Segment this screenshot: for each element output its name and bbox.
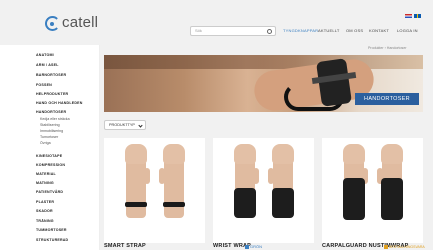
product-title[interactable]: SMART STRAP [104, 243, 146, 249]
nav-logga-in[interactable]: LOGGA IN [397, 28, 418, 33]
tag-color-swatch [245, 244, 249, 249]
product-image-wrap-left [234, 188, 256, 218]
logo-text: catell [62, 14, 99, 31]
product-image-brace-right [381, 178, 403, 220]
product-card-carpalguard[interactable] [322, 138, 423, 243]
product-image-fingers-left [234, 144, 256, 164]
product-image-strap-right [163, 202, 185, 207]
breadcrumb[interactable]: Produkter › Handortoser [368, 46, 407, 50]
product-image-fingers-left [343, 144, 365, 164]
flag-icon-1[interactable] [405, 14, 412, 18]
product-image-thumb-right [159, 168, 165, 184]
search-input[interactable]: Sök [190, 26, 276, 36]
nav-om-oss[interactable]: OM OSS [346, 28, 363, 33]
sidebar-subitem[interactable]: Övriga [40, 141, 51, 145]
filter-label: PRODUKTTYP [109, 123, 135, 127]
product-image-brace-left [343, 178, 365, 220]
search-icon[interactable] [267, 28, 272, 34]
product-image-thumb-left [144, 168, 150, 184]
logo-dot-icon [50, 22, 54, 26]
nav-kontakt[interactable]: KONTAKT [369, 28, 389, 33]
product-image-thumb-left [253, 168, 259, 184]
catell-logo[interactable]: catell [45, 14, 105, 34]
sidebar-item-patientvard[interactable]: PATIENTVÅRD [36, 190, 63, 194]
language-flags [405, 14, 421, 18]
sidebar-item-hand-handleden[interactable]: HAND OCH HANDLEDEN [36, 101, 83, 105]
sidebar-subitem[interactable]: Tumortoser [40, 135, 58, 139]
product-card-wrist-wrap[interactable] [213, 138, 314, 243]
sidebar-item-arm[interactable]: ARM / ASEL [36, 63, 59, 67]
sidebar-item-helprodukter[interactable]: HELPRODUKTER [36, 92, 68, 96]
sidebar-subitem[interactable]: Stabilisering [40, 123, 60, 127]
sidebar-item-anatomi[interactable]: ANATOMI [36, 53, 54, 57]
sidebar-item-fossen[interactable]: FOSSEN [36, 83, 52, 87]
product-tag: BESTÄLLNINGSVARA [384, 244, 425, 249]
product-image-wrap-right [272, 188, 294, 218]
flag-icon-2[interactable] [414, 14, 421, 18]
nav-tyngdknappar[interactable]: TYNGDKNAPPAR [283, 28, 318, 33]
sidebar-subitem[interactable]: Immobilisering [40, 129, 63, 133]
search-placeholder: Sök [195, 28, 202, 33]
header: catell Sök TYNGDKNAPPAR AKTUELLT OM OSS … [0, 0, 433, 40]
sidebar-item-matning[interactable]: MATNING [36, 181, 54, 185]
product-card-smart-strap[interactable] [104, 138, 205, 243]
product-image-fingers-right [381, 144, 403, 164]
product-image-fingers-left [125, 144, 147, 164]
sidebar-item-kompression[interactable]: KOMPRESSION [36, 163, 65, 167]
tag-text: GRÖN [250, 244, 262, 249]
sidebar-item-skador[interactable]: SKADOR [36, 209, 53, 213]
tag-color-swatch [384, 244, 388, 249]
sidebar-item-traning[interactable]: TRÄNING [36, 219, 54, 223]
product-image-fingers-right [163, 144, 185, 164]
sidebar-item-tummortoser[interactable]: TUMMORTOSER [36, 228, 67, 232]
product-image-strap-left [125, 202, 147, 207]
product-tag: GRÖN [245, 244, 262, 249]
sidebar-item-handortoser[interactable]: HANDORTOSER [36, 110, 66, 114]
sidebar-item-strukturerad[interactable]: STRUKTURERAD [36, 238, 68, 242]
product-type-filter[interactable]: PRODUKTTYP [104, 120, 146, 130]
sidebar-item-barnortoser[interactable]: BARNORTOSER [36, 73, 66, 77]
product-image-fingers-right [272, 144, 294, 164]
sidebar-item-material[interactable]: MATERIAL [36, 172, 56, 176]
hero-category-label: HANDORTOSER [355, 93, 419, 105]
tag-text: BESTÄLLNINGSVARA [389, 245, 425, 249]
hero-background-shelf [104, 55, 423, 69]
chevron-down-icon [138, 122, 143, 128]
sidebar-subitem[interactable]: Kedja eller sträcka [40, 117, 70, 121]
sidebar-item-plaster[interactable]: PLASTER [36, 200, 54, 204]
sidebar: ANATOMI ARM / ASEL BARNORTOSER FOSSEN HE… [0, 45, 100, 250]
nav-aktuellt[interactable]: AKTUELLT [318, 28, 340, 33]
sidebar-item-kinesiotape[interactable]: KINESIOTAPE [36, 154, 62, 158]
product-image-thumb-right [268, 168, 274, 184]
